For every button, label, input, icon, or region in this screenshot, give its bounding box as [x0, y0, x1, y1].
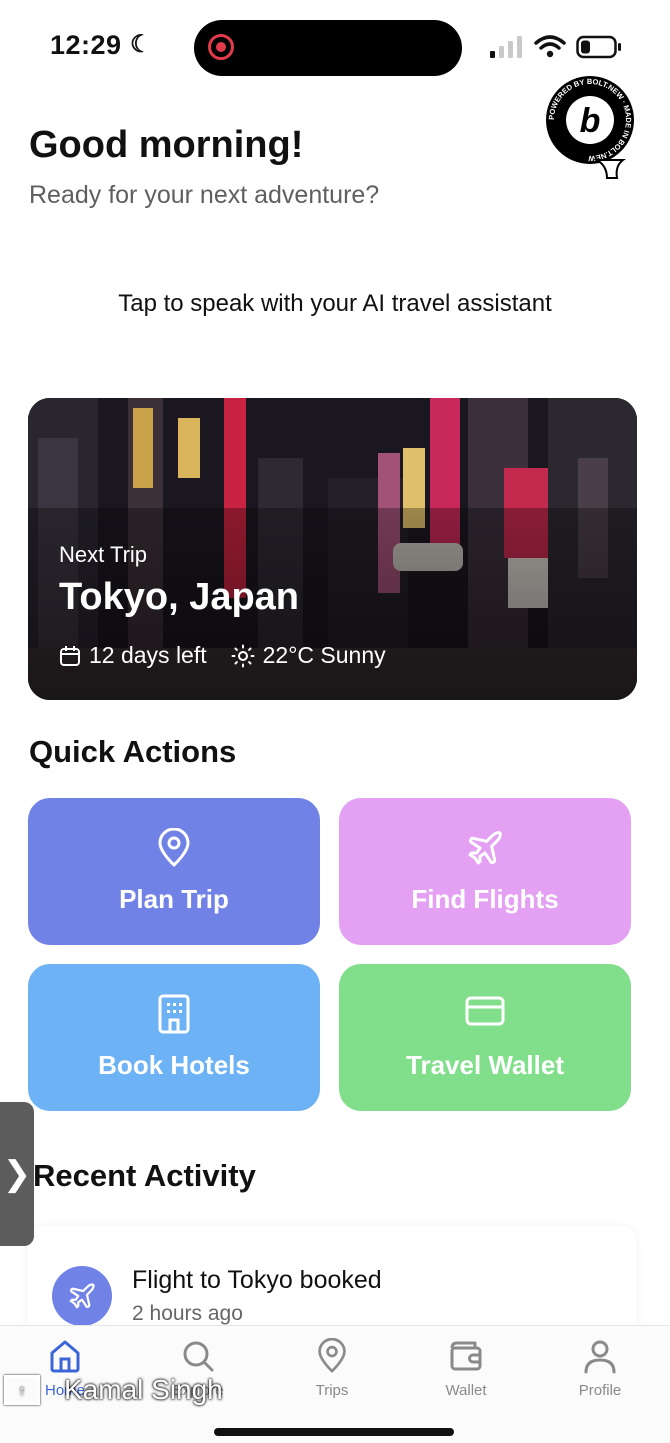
tab-wallet[interactable]: Wallet	[411, 1338, 521, 1399]
next-trip-card[interactable]: Next Trip Tokyo, Japan 12 days left 22°C…	[28, 398, 637, 700]
tab-profile-label: Profile	[578, 1382, 622, 1399]
find-flights-button[interactable]: Find Flights	[339, 798, 631, 945]
greeting-subtitle: Ready for your next adventure?	[29, 181, 380, 209]
wifi-icon	[534, 35, 566, 58]
weather: 22°C Sunny	[262, 642, 386, 668]
dynamic-island	[194, 20, 462, 76]
activity-title: Flight to Tokyo booked	[132, 1266, 382, 1294]
wallet-icon	[450, 1341, 482, 1371]
presenter-watermark: ↑ Kamal Singh	[4, 1374, 223, 1406]
greeting-heading: Good morning!	[29, 124, 304, 166]
signal-icon	[490, 36, 522, 58]
tab-trips-label: Trips	[315, 1382, 349, 1399]
travel-wallet-label: Travel Wallet	[406, 1050, 564, 1080]
map-pin-icon	[318, 1338, 346, 1373]
book-hotels-label: Book Hotels	[98, 1050, 250, 1080]
book-hotels-button[interactable]: Book Hotels	[28, 964, 320, 1111]
tab-trips[interactable]: Trips	[277, 1338, 387, 1399]
recent-activity-title: Recent Activity	[33, 1158, 256, 1193]
moon-icon: ☾	[130, 31, 152, 58]
calendar-icon	[60, 645, 80, 666]
trip-meta: 12 days left 22°C Sunny	[59, 642, 386, 669]
bolt-badge[interactable]: POWERED BY BOLT.NEW · MADE IN BOLT.NEW b	[545, 74, 635, 184]
tab-profile[interactable]: Profile	[545, 1338, 655, 1399]
activity-plane-badge	[52, 1266, 112, 1326]
trip-destination: Tokyo, Japan	[59, 576, 300, 618]
map-pin-icon	[158, 828, 190, 867]
home-icon	[50, 1340, 80, 1373]
plan-trip-button[interactable]: Plan Trip	[28, 798, 320, 945]
activity-time: 2 hours ago	[132, 1302, 243, 1325]
home-indicator[interactable]	[214, 1428, 454, 1436]
status-time: 12:29	[50, 30, 122, 60]
chevron-right-icon: ❯	[2, 1155, 32, 1193]
travel-wallet-button[interactable]: Travel Wallet	[339, 964, 631, 1111]
presenter-name: Kamal Singh	[64, 1374, 223, 1405]
badge-letter: b	[580, 102, 601, 140]
building-icon	[158, 994, 190, 1034]
plan-trip-label: Plan Trip	[119, 884, 229, 914]
days-left: 12 days left	[89, 642, 207, 668]
next-trip-label: Next Trip	[59, 542, 148, 567]
plane-icon	[69, 1283, 95, 1309]
credit-card-icon	[465, 996, 505, 1026]
upload-icon: ↑	[4, 1375, 40, 1405]
tab-wallet-label: Wallet	[445, 1382, 487, 1399]
battery-icon	[576, 35, 621, 59]
search-icon	[183, 1341, 214, 1372]
recording-indicator-icon	[208, 34, 234, 60]
ai-assistant-prompt[interactable]: Tap to speak with your AI travel assista…	[0, 290, 670, 318]
find-flights-label: Find Flights	[411, 884, 559, 914]
sun-icon	[231, 644, 255, 667]
side-panel-toggle[interactable]: ❯	[0, 1102, 34, 1246]
quick-actions-title: Quick Actions	[29, 734, 237, 769]
user-icon	[584, 1340, 616, 1374]
plane-icon	[468, 831, 502, 865]
